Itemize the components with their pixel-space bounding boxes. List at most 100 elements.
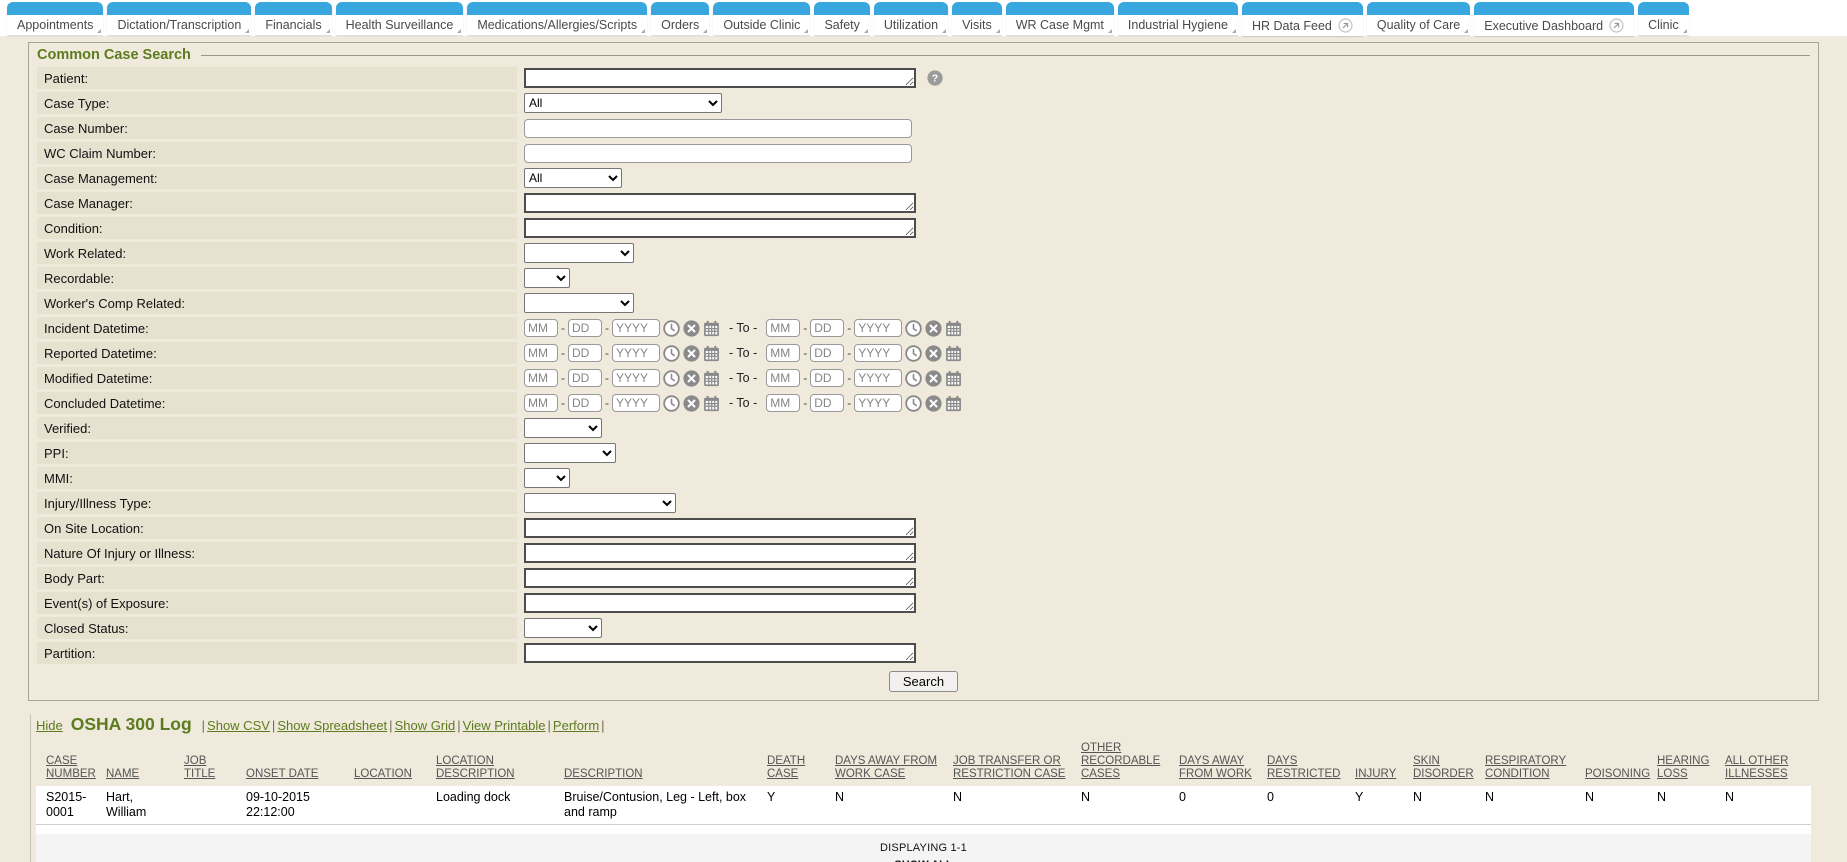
end-mm-input[interactable] (766, 394, 800, 412)
column-header-days-away-from-work-case[interactable]: DAYS AWAY FROM WORK CASE (835, 740, 953, 786)
column-header-onset-date[interactable]: ONSET DATE (246, 740, 354, 786)
start-yyyy-input[interactable] (612, 319, 660, 337)
calendar-picker-icon[interactable] (945, 395, 962, 412)
time-picker-icon[interactable] (663, 345, 680, 362)
tab-industrial-hygiene[interactable]: Industrial Hygiene (1118, 2, 1238, 35)
tab-health-surveillance[interactable]: Health Surveillance (336, 2, 464, 35)
tab-appointments[interactable]: Appointments (7, 2, 103, 35)
end-yyyy-input[interactable] (854, 319, 902, 337)
time-picker-icon[interactable] (663, 395, 680, 412)
patient-input[interactable] (524, 68, 916, 88)
worker-s-comp-related-select[interactable] (524, 293, 634, 313)
column-header-all-other-illnesses[interactable]: ALL OTHER ILLNESSES (1725, 740, 1811, 786)
tab-outside-clinic[interactable]: Outside Clinic (713, 2, 810, 35)
verified-select[interactable] (524, 418, 602, 438)
ppi-select[interactable] (524, 443, 616, 463)
start-yyyy-input[interactable] (612, 369, 660, 387)
clear-date-icon[interactable] (683, 345, 700, 362)
tab-dictation-transcription[interactable]: Dictation/Transcription (107, 2, 251, 35)
closed-status-select[interactable] (524, 618, 602, 638)
nature-of-injury-or-illness-input[interactable] (524, 543, 916, 563)
time-picker-icon[interactable] (905, 395, 922, 412)
calendar-picker-icon[interactable] (945, 370, 962, 387)
end-dd-input[interactable] (810, 344, 844, 362)
show-csv-link[interactable]: Show CSV (207, 718, 270, 733)
tab-visits[interactable]: Visits (952, 2, 1002, 35)
end-dd-input[interactable] (810, 369, 844, 387)
open-external-icon[interactable] (1338, 18, 1353, 33)
perform-link[interactable]: Perform (553, 718, 599, 733)
start-dd-input[interactable] (568, 319, 602, 337)
tab-quality-of-care[interactable]: Quality of Care (1367, 2, 1470, 35)
column-header-description[interactable]: DESCRIPTION (564, 740, 767, 786)
column-header-name[interactable]: NAME (106, 740, 184, 786)
clear-date-icon[interactable] (925, 345, 942, 362)
tab-hr-data-feed[interactable]: HR Data Feed (1242, 2, 1363, 36)
column-header-skin-disorder[interactable]: SKIN DISORDER (1413, 740, 1485, 786)
end-dd-input[interactable] (810, 319, 844, 337)
end-mm-input[interactable] (766, 319, 800, 337)
clear-date-icon[interactable] (683, 370, 700, 387)
calendar-picker-icon[interactable] (703, 395, 720, 412)
tab-medications-allergies-scripts[interactable]: Medications/Allergies/Scripts (467, 2, 647, 35)
clear-date-icon[interactable] (925, 370, 942, 387)
column-header-job-title[interactable]: JOB TITLE (184, 740, 246, 786)
mmi-select[interactable] (524, 468, 570, 488)
clear-date-icon[interactable] (683, 395, 700, 412)
column-header-hearing-loss[interactable]: HEARING LOSS (1657, 740, 1725, 786)
column-header-poisoning[interactable]: POISONING (1585, 740, 1657, 786)
start-mm-input[interactable] (524, 319, 558, 337)
column-header-location[interactable]: LOCATION (354, 740, 436, 786)
start-mm-input[interactable] (524, 369, 558, 387)
tab-orders[interactable]: Orders (651, 2, 709, 35)
on-site-location-input[interactable] (524, 518, 916, 538)
column-header-location-description[interactable]: LOCATION DESCRIPTION (436, 740, 564, 786)
condition-input[interactable] (524, 218, 916, 238)
event-s-of-exposure-input[interactable] (524, 593, 916, 613)
tab-utilization[interactable]: Utilization (874, 2, 948, 35)
view-printable-link[interactable]: View Printable (463, 718, 546, 733)
wc-claim-number-input[interactable] (524, 144, 912, 163)
tab-executive-dashboard[interactable]: Executive Dashboard (1474, 2, 1634, 36)
time-picker-icon[interactable] (663, 370, 680, 387)
case-manager-input[interactable] (524, 193, 916, 213)
time-picker-icon[interactable] (905, 370, 922, 387)
end-yyyy-input[interactable] (854, 344, 902, 362)
work-related-select[interactable] (524, 243, 634, 263)
tab-clinic[interactable]: Clinic (1638, 2, 1689, 35)
calendar-picker-icon[interactable] (703, 345, 720, 362)
end-yyyy-input[interactable] (854, 394, 902, 412)
start-mm-input[interactable] (524, 394, 558, 412)
calendar-picker-icon[interactable] (945, 320, 962, 337)
hide-link[interactable]: Hide (36, 718, 63, 733)
end-yyyy-input[interactable] (854, 369, 902, 387)
calendar-picker-icon[interactable] (703, 320, 720, 337)
partition-input[interactable] (524, 643, 916, 663)
recordable-select[interactable] (524, 268, 570, 288)
injury-illness-type-select[interactable] (524, 493, 676, 513)
end-mm-input[interactable] (766, 344, 800, 362)
case-type-select[interactable]: All (524, 93, 722, 113)
tab-financials[interactable]: Financials (255, 2, 331, 35)
start-dd-input[interactable] (568, 369, 602, 387)
column-header-respiratory-condition[interactable]: RESPIRATORY CONDITION (1485, 740, 1585, 786)
time-picker-icon[interactable] (905, 320, 922, 337)
clear-date-icon[interactable] (925, 320, 942, 337)
start-yyyy-input[interactable] (612, 344, 660, 362)
case-number-input[interactable] (524, 119, 912, 138)
tab-wr-case-mgmt[interactable]: WR Case Mgmt (1006, 2, 1114, 35)
start-mm-input[interactable] (524, 344, 558, 362)
column-header-days-restricted[interactable]: DAYS RESTRICTED (1267, 740, 1355, 786)
column-header-injury[interactable]: INJURY (1355, 740, 1413, 786)
column-header-case-number[interactable]: CASE NUMBER (36, 740, 106, 786)
column-header-job-transfer-or-restriction-case[interactable]: JOB TRANSFER OR RESTRICTION CASE (953, 740, 1081, 786)
clear-date-icon[interactable] (683, 320, 700, 337)
calendar-picker-icon[interactable] (945, 345, 962, 362)
table-row[interactable]: S2015-0001Hart, William09-10-2015 22:12:… (36, 786, 1811, 825)
end-dd-input[interactable] (810, 394, 844, 412)
column-header-death-case[interactable]: DEATH CASE (767, 740, 835, 786)
start-yyyy-input[interactable] (612, 394, 660, 412)
show-grid-link[interactable]: Show Grid (395, 718, 456, 733)
time-picker-icon[interactable] (663, 320, 680, 337)
body-part-input[interactable] (524, 568, 916, 588)
